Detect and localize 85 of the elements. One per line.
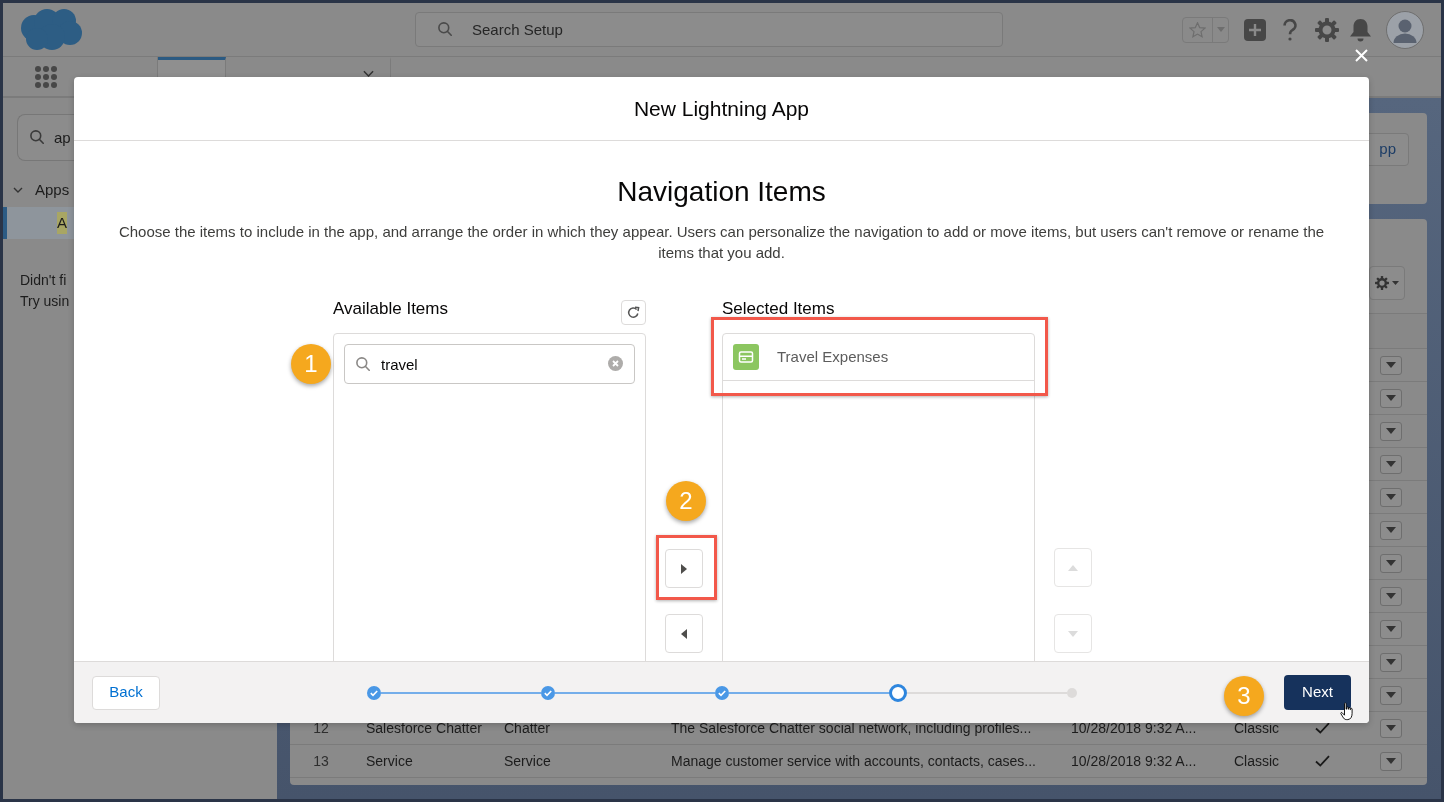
caret-up-icon (1068, 564, 1078, 571)
caret-down-icon (1392, 281, 1399, 285)
refresh-icon (627, 306, 640, 319)
list-label: Selected Items (722, 299, 835, 319)
row-menu-button[interactable] (1380, 586, 1402, 606)
table-cell: Salesforce Chatter (366, 719, 482, 736)
row-menu-button[interactable] (1380, 355, 1402, 375)
highlight-frame (656, 535, 717, 600)
caret-down-icon (1068, 630, 1078, 637)
cloud-logo-icon[interactable] (20, 8, 83, 51)
caret-down-icon (1386, 659, 1396, 665)
avatar-icon[interactable] (1386, 10, 1424, 49)
quick-find-field[interactable]: ap (17, 114, 74, 161)
caret-down-icon (1386, 428, 1396, 434)
table-cell: Classic (1234, 752, 1280, 769)
list-label: Available Items (333, 299, 448, 319)
caret-down-icon (1386, 593, 1396, 599)
table-cell: 10/28/2018 9:32 A... (1071, 719, 1197, 736)
caret-down-icon (1386, 626, 1396, 632)
help-text: Try usin (20, 292, 70, 311)
help-text: Didn't fi (20, 271, 67, 290)
gear-icon (1375, 276, 1389, 290)
caret-down-icon (1386, 560, 1396, 566)
caret-down-icon (1386, 362, 1396, 368)
row-menu-button[interactable] (1380, 553, 1402, 573)
search-icon (30, 130, 44, 144)
row-menu-button[interactable] (1380, 421, 1402, 441)
close-icon[interactable] (1355, 49, 1368, 62)
hand-cursor-icon (1340, 702, 1354, 721)
search-field[interactable]: Search Setup (415, 12, 1003, 47)
filter-field[interactable]: travel (344, 344, 635, 384)
card-icon (733, 344, 759, 370)
move-left-button[interactable] (665, 614, 703, 653)
row-menu-button[interactable] (1380, 520, 1402, 540)
table-cell: Chatter (504, 719, 550, 736)
help-icon[interactable] (1283, 18, 1297, 41)
settings-icon[interactable] (1315, 17, 1339, 42)
star-icon (1189, 21, 1206, 38)
row-menu-button[interactable] (1380, 652, 1402, 672)
move-right-button[interactable] (665, 549, 703, 588)
caret-down-icon (1386, 527, 1396, 533)
row-menu-button[interactable] (1380, 487, 1402, 507)
caret-down-icon (1386, 395, 1396, 401)
caret-icon (1216, 27, 1225, 32)
search-icon (356, 357, 370, 371)
refresh-button[interactable] (621, 300, 646, 325)
tree-item[interactable]: Apps (3, 178, 74, 202)
callout-badge: 2 (666, 481, 706, 521)
search-icon (438, 22, 452, 36)
caret-down-icon (1386, 692, 1396, 698)
row-menu-button[interactable] (1380, 619, 1402, 639)
row-menu-button[interactable] (1380, 718, 1402, 738)
row-menu-button[interactable] (1380, 685, 1402, 705)
plus-icon[interactable] (1244, 18, 1266, 41)
table-cell: Manage customer service with accounts, contacts, cases... (671, 752, 1036, 769)
table-cell: Classic (1234, 719, 1280, 736)
table-cell: Service (504, 752, 551, 769)
row-menu-button[interactable] (1380, 751, 1402, 771)
table-cell: The Salesforce Chatter social network, including profiles... (671, 719, 1032, 736)
caret-down-icon (1386, 758, 1396, 764)
settings-menu-button[interactable] (1369, 266, 1405, 300)
row-menu-button[interactable] (1380, 388, 1402, 408)
section-description: Choose the items to include in the app, and arrange the order in which they appear. Users can personalize the navigation to add or move items, but users can't remove or rename the items that you add. (117, 222, 1326, 263)
back-button[interactable]: Back (92, 675, 160, 710)
table-cell: Service (366, 752, 413, 769)
table-cell: 10/28/2018 9:32 A... (1071, 752, 1197, 769)
row-number: 13 (313, 751, 329, 771)
callout-badge: 1 (291, 344, 331, 384)
clear-icon[interactable] (608, 356, 623, 371)
caret-down-icon (1386, 725, 1396, 731)
chevron-down-icon (13, 185, 23, 195)
bell-icon[interactable] (1349, 17, 1372, 42)
section-heading: Navigation Items (617, 175, 826, 209)
caret-down-icon (1386, 494, 1396, 500)
nav-tab[interactable] (158, 57, 226, 77)
app-launcher-icon[interactable] (35, 65, 57, 88)
list-option[interactable]: Travel Expenses (723, 334, 1034, 381)
modal-title: New Lightning App (633, 95, 810, 122)
caret-right-icon (681, 563, 687, 574)
next-button[interactable]: Next (1284, 675, 1351, 710)
tree-item[interactable]: A (3, 207, 74, 239)
caret-left-icon (681, 628, 687, 639)
caret-down-icon (1386, 461, 1396, 467)
row-menu-button[interactable] (1380, 454, 1402, 474)
row-number: 12 (313, 718, 329, 738)
